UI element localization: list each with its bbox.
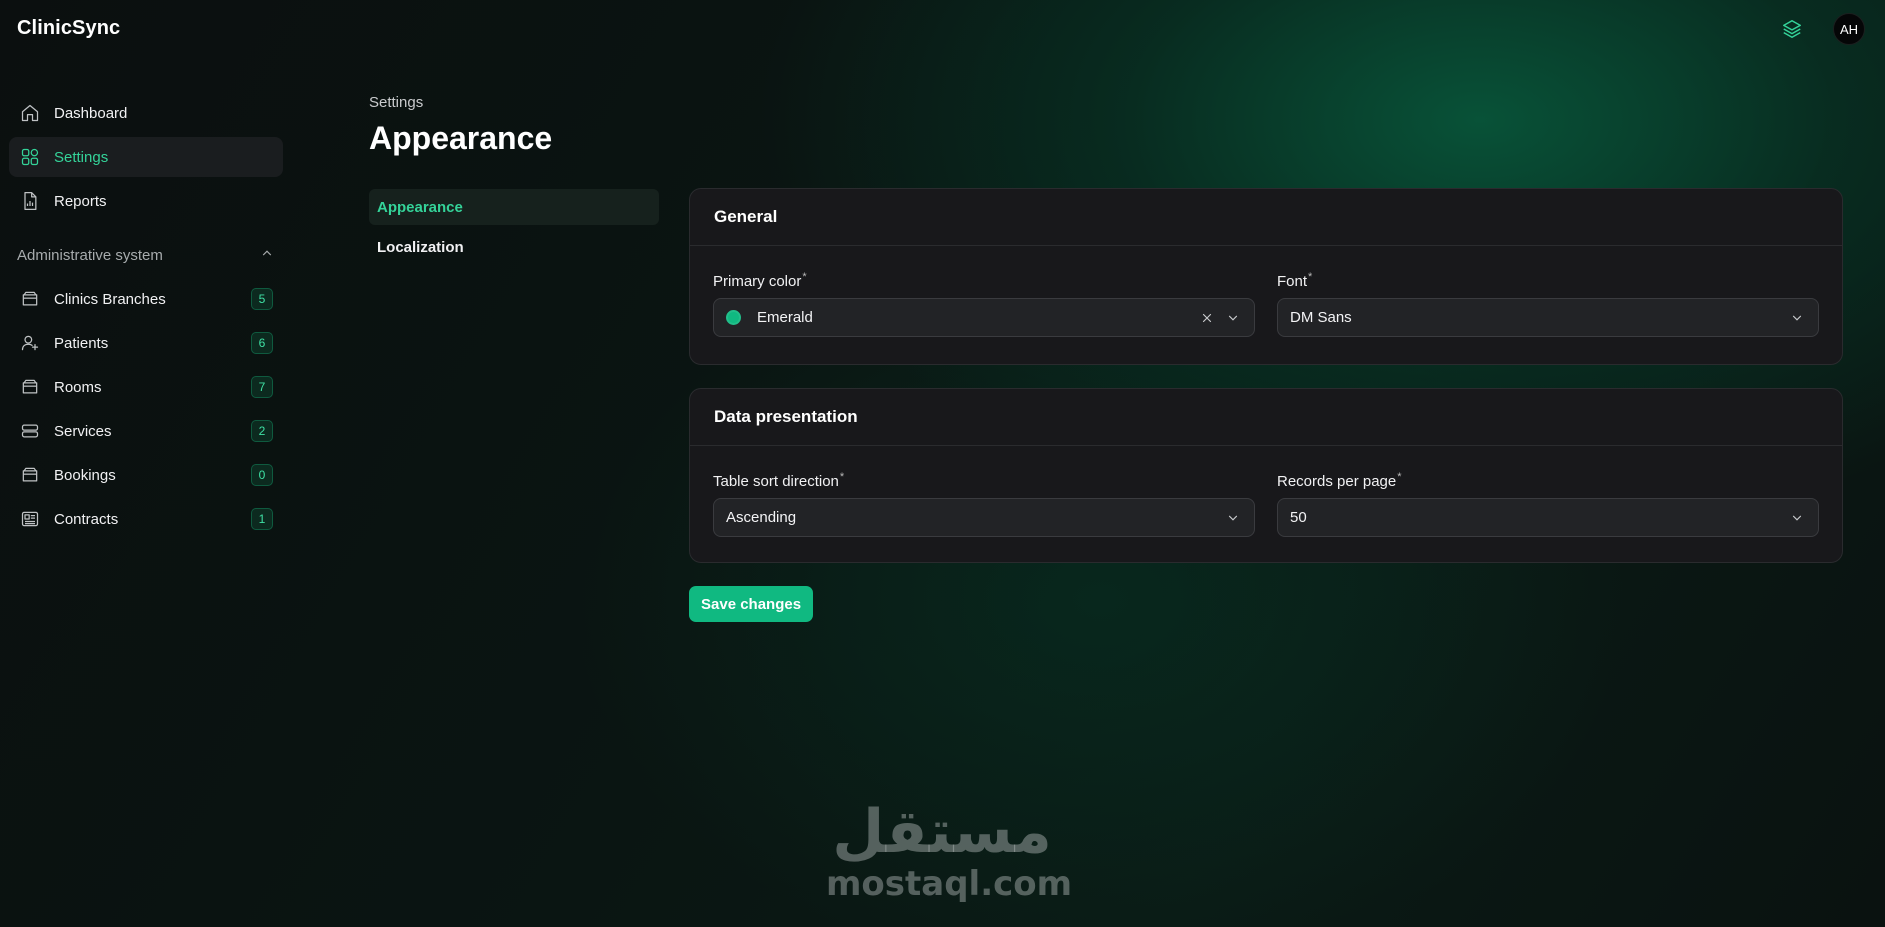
app-brand[interactable]: ClinicSync xyxy=(17,17,120,40)
chevron-down-icon[interactable] xyxy=(1788,509,1806,527)
required-marker: * xyxy=(802,271,807,283)
card-title: Data presentation xyxy=(714,407,858,426)
subnav-item-localization[interactable]: Localization xyxy=(369,229,659,265)
primary-color-field: Primary color* Emerald xyxy=(713,271,1255,337)
field-label: Table sort direction* xyxy=(713,471,1255,490)
sidebar-item-label: Reports xyxy=(54,192,107,210)
field-label-text: Primary color xyxy=(713,273,802,290)
settings-subnav: Appearance Localization xyxy=(369,189,659,269)
count-badge: 5 xyxy=(251,288,273,310)
field-label-text: Font xyxy=(1277,273,1308,290)
primary-color-select[interactable]: Emerald xyxy=(713,298,1255,337)
page-title: Appearance xyxy=(369,120,553,156)
chevron-down-icon[interactable] xyxy=(1224,509,1242,527)
sidebar-item-label: Rooms xyxy=(54,378,102,396)
grid-icon xyxy=(19,146,41,168)
sidebar-item-dashboard[interactable]: Dashboard xyxy=(9,93,283,133)
top-actions: AH xyxy=(1779,13,1865,45)
sidebar: Dashboard Settings Reports Administrativ… xyxy=(9,93,283,543)
sidebar-item-label: Services xyxy=(54,422,112,440)
card-body: Table sort direction* Ascending Records … xyxy=(690,446,1842,537)
required-marker: * xyxy=(1308,271,1313,283)
save-button[interactable]: Save changes xyxy=(689,586,814,622)
records-per-page-field: Records per page* 50 xyxy=(1277,471,1819,537)
user-plus-icon xyxy=(19,332,41,354)
sidebar-item-contracts[interactable]: Contracts 1 xyxy=(9,499,283,539)
card-title: General xyxy=(714,207,778,226)
color-swatch xyxy=(726,310,741,325)
chevron-down-icon[interactable] xyxy=(1224,309,1242,327)
chevron-up-icon xyxy=(260,246,274,265)
count-badge: 1 xyxy=(251,508,273,530)
select-value: DM Sans xyxy=(1290,309,1352,326)
required-marker: * xyxy=(1397,471,1402,483)
sidebar-item-label: Dashboard xyxy=(54,104,128,122)
sidebar-item-clinics-branches[interactable]: Clinics Branches 5 xyxy=(9,279,283,319)
sidebar-item-bookings[interactable]: Bookings 0 xyxy=(9,455,283,495)
watermark-arabic: مستقل xyxy=(832,797,1052,867)
data-presentation-card: Data presentation Table sort direction* … xyxy=(689,388,1843,563)
sidebar-item-label: Patients xyxy=(54,334,109,352)
archive-icon xyxy=(19,288,41,310)
watermark-logo: مستقل mostaql.com xyxy=(826,797,1073,904)
select-value: Emerald xyxy=(757,309,813,326)
sidebar-item-label: Settings xyxy=(54,148,109,166)
field-label: Primary color* xyxy=(713,271,1255,290)
field-label: Font* xyxy=(1277,271,1819,290)
close-icon[interactable] xyxy=(1198,309,1216,327)
card-header: General xyxy=(690,189,1842,246)
report-icon xyxy=(19,190,41,212)
select-value: Ascending xyxy=(726,509,797,526)
card-body: Primary color* Emerald Font* DM Sans xyxy=(690,246,1842,337)
sidebar-group-administrative[interactable]: Administrative system xyxy=(9,243,283,267)
archive-icon xyxy=(19,464,41,486)
sidebar-item-label: Contracts xyxy=(54,510,119,528)
sort-direction-select[interactable]: Ascending xyxy=(713,498,1255,537)
layers-icon[interactable] xyxy=(1779,16,1805,42)
card-header: Data presentation xyxy=(690,389,1842,446)
records-per-page-select[interactable]: 50 xyxy=(1277,498,1819,537)
server-icon xyxy=(19,420,41,442)
count-badge: 7 xyxy=(251,376,273,398)
field-label: Records per page* xyxy=(1277,471,1819,490)
sidebar-item-reports[interactable]: Reports xyxy=(9,181,283,221)
count-badge: 6 xyxy=(251,332,273,354)
newspaper-icon xyxy=(19,508,41,530)
sidebar-item-label: Bookings xyxy=(54,466,116,484)
subnav-item-appearance[interactable]: Appearance xyxy=(369,189,659,225)
font-field: Font* DM Sans xyxy=(1277,271,1819,337)
sidebar-item-settings[interactable]: Settings xyxy=(9,137,283,177)
breadcrumb[interactable]: Settings xyxy=(369,94,423,111)
sidebar-item-services[interactable]: Services 2 xyxy=(9,411,283,451)
sidebar-group-label: Administrative system xyxy=(17,246,163,264)
count-badge: 0 xyxy=(251,464,273,486)
sidebar-item-label: Clinics Branches xyxy=(54,290,166,308)
sort-direction-field: Table sort direction* Ascending xyxy=(713,471,1255,537)
sidebar-item-rooms[interactable]: Rooms 7 xyxy=(9,367,283,407)
field-label-text: Table sort direction xyxy=(713,473,839,490)
general-card: General Primary color* Emerald Font* DM … xyxy=(689,188,1843,365)
home-icon xyxy=(19,102,41,124)
select-value: 50 xyxy=(1290,509,1307,526)
required-marker: * xyxy=(839,471,845,483)
watermark-latin: mostaql.com xyxy=(826,864,1073,904)
count-badge: 2 xyxy=(251,420,273,442)
sidebar-item-patients[interactable]: Patients 6 xyxy=(9,323,283,363)
archive-icon xyxy=(19,376,41,398)
chevron-down-icon[interactable] xyxy=(1788,309,1806,327)
avatar[interactable]: AH xyxy=(1833,13,1865,45)
field-label-text: Records per page xyxy=(1277,473,1397,490)
font-select[interactable]: DM Sans xyxy=(1277,298,1819,337)
